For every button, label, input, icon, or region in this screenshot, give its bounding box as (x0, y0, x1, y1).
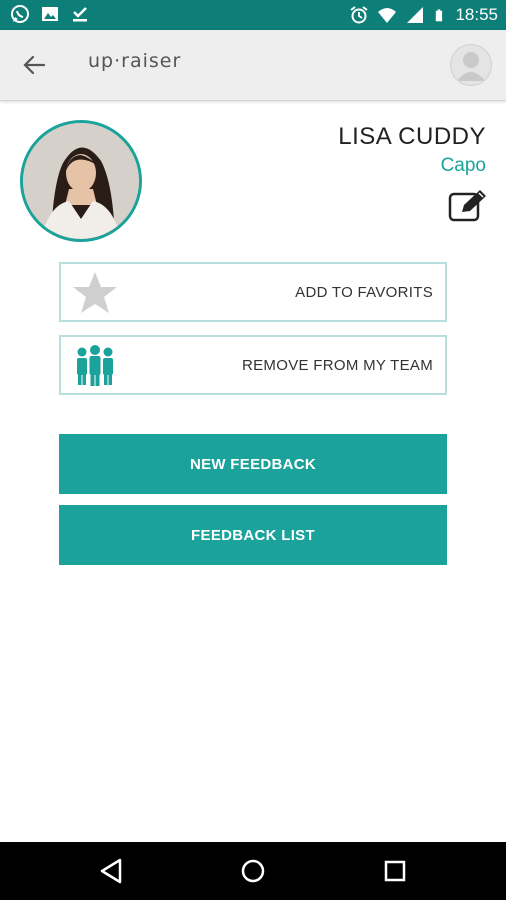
signal-icon (407, 7, 424, 23)
account-button[interactable] (450, 44, 492, 86)
profile-photo (20, 120, 142, 242)
image-icon (42, 7, 58, 21)
team-icon (77, 345, 113, 386)
add-to-favorites-label: ADD TO FAVORITS (295, 284, 433, 301)
clock: 18:55 (455, 5, 498, 24)
nav-home-icon[interactable] (238, 856, 268, 886)
status-bar: 18:55 (0, 0, 506, 30)
app-logo: up·raiser (88, 50, 182, 72)
remove-from-team-label: REMOVE FROM MY TEAM (242, 357, 433, 374)
new-feedback-button[interactable]: NEW FEEDBACK (59, 434, 447, 494)
add-to-favorites-button[interactable]: ADD TO FAVORITS (59, 262, 447, 322)
profile-role: Capo (440, 155, 486, 176)
battery-icon (436, 9, 443, 22)
whatsapp-icon (11, 5, 29, 23)
edit-icon[interactable] (448, 188, 488, 224)
nav-recents-icon[interactable] (380, 856, 410, 886)
remove-from-team-button[interactable]: REMOVE FROM MY TEAM (59, 335, 447, 395)
app-bar: up·raiser (0, 30, 506, 101)
star-icon (73, 272, 117, 313)
download-done-icon (73, 7, 87, 22)
nav-back-icon[interactable] (96, 856, 126, 886)
back-arrow-icon[interactable] (18, 50, 50, 80)
system-navigation-bar (0, 842, 506, 900)
profile-portrait (23, 123, 139, 239)
alarm-icon (350, 6, 369, 24)
wifi-icon (378, 8, 397, 23)
profile-name: LISA CUDDY (338, 123, 486, 150)
account-icon (457, 52, 485, 81)
feedback-list-button[interactable]: FEEDBACK LIST (59, 505, 447, 565)
